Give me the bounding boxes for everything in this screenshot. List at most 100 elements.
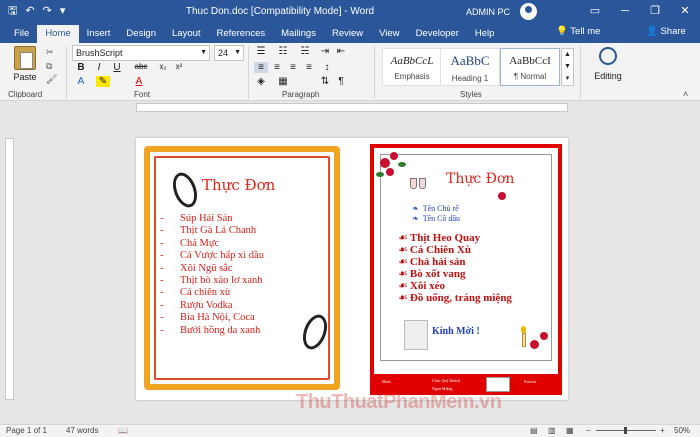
subscript-button[interactable]: x₂ bbox=[156, 62, 170, 71]
collapse-ribbon-icon[interactable]: ˄ bbox=[683, 89, 688, 99]
leaf-icon bbox=[376, 172, 384, 177]
align-right-icon[interactable]: ≡ bbox=[286, 62, 300, 73]
style-normal[interactable]: AaBbCcI ¶ Normal bbox=[500, 48, 560, 86]
footer-text: Mom bbox=[382, 379, 391, 384]
justify-icon[interactable]: ≡ bbox=[302, 62, 316, 73]
list-item: Bưởi hồng da xanh bbox=[160, 325, 264, 337]
lightbulb-icon: 💡 bbox=[556, 26, 571, 37]
proofing-icon[interactable]: 📖 bbox=[118, 426, 128, 435]
font-size-box[interactable]: 24 ▼ bbox=[214, 45, 244, 61]
vertical-ruler[interactable] bbox=[5, 138, 14, 400]
ribbon-display-icon[interactable]: ▭ bbox=[580, 0, 610, 23]
minimize-icon[interactable]: ─ bbox=[610, 0, 640, 23]
zoom-out-icon[interactable]: − bbox=[586, 426, 591, 435]
copy-icon[interactable]: ⧉ bbox=[46, 61, 52, 72]
show-marks-icon[interactable]: ¶ bbox=[334, 76, 348, 87]
font-name-box[interactable]: BrushScript ▼ bbox=[72, 45, 210, 61]
style-name: ¶ Normal bbox=[513, 72, 547, 81]
rose-icon bbox=[386, 168, 394, 176]
list-item: Thịt bò xào lơ xanh bbox=[160, 275, 264, 287]
outdent-icon[interactable]: ⇤ bbox=[334, 46, 348, 57]
underline-button[interactable]: U bbox=[110, 62, 124, 73]
style-heading-1[interactable]: AaBbC Heading 1 bbox=[440, 48, 500, 86]
indent-icon[interactable]: ⇥ bbox=[318, 46, 332, 57]
strikethrough-button[interactable]: abc bbox=[134, 62, 148, 71]
close-icon[interactable]: ✕ bbox=[670, 0, 700, 23]
left-menu-card: Thực Đơn Súp Hải Sản Thịt Gà Lá Chanh Ch… bbox=[136, 138, 352, 400]
font-name-value: BrushScript bbox=[76, 48, 123, 58]
more-icon[interactable]: ▾ bbox=[562, 73, 573, 85]
footer-text: Forever bbox=[524, 379, 537, 384]
restore-icon[interactable]: ❐ bbox=[640, 0, 670, 23]
tab-references[interactable]: References bbox=[209, 25, 274, 43]
avatar[interactable] bbox=[520, 3, 537, 20]
menu-list: Súp Hải Sản Thịt Gà Lá Chanh Chả Mực Cá … bbox=[160, 213, 264, 337]
group-divider bbox=[580, 46, 581, 99]
document-page[interactable]: Thực Đơn Súp Hải Sản Thịt Gà Lá Chanh Ch… bbox=[136, 138, 568, 400]
tab-help[interactable]: Help bbox=[467, 25, 503, 43]
list-item: Thịt Gà Lá Chanh bbox=[160, 225, 264, 237]
tab-developer[interactable]: Developer bbox=[408, 25, 467, 43]
group-clipboard-label: Clipboard bbox=[8, 90, 43, 99]
superscript-button[interactable]: x² bbox=[172, 62, 186, 71]
shading-icon[interactable]: ◈ bbox=[254, 76, 268, 87]
tab-insert[interactable]: Insert bbox=[79, 25, 119, 43]
right-menu-card: Thực Đơn Tên Chú rể Tên Cô dâu Thịt Heo … bbox=[370, 144, 562, 395]
italic-button[interactable]: I bbox=[92, 62, 106, 73]
zoom-in-icon[interactable]: + bbox=[660, 426, 665, 435]
rose-icon bbox=[530, 340, 539, 349]
highlight-icon[interactable]: ✎ bbox=[96, 76, 110, 87]
zoom-slider-thumb[interactable] bbox=[624, 427, 627, 434]
print-layout-icon[interactable]: ▥ bbox=[548, 426, 556, 435]
footer-image bbox=[486, 377, 510, 392]
tab-file[interactable]: File bbox=[6, 25, 37, 43]
bold-button[interactable]: B bbox=[74, 62, 88, 73]
list-item: Bia Hà Nội, Coca bbox=[160, 312, 264, 324]
table-setting-image bbox=[404, 320, 428, 350]
borders-icon[interactable]: ▦ bbox=[276, 76, 290, 87]
tab-home[interactable]: Home bbox=[37, 25, 79, 43]
user-name[interactable]: ADMIN PC bbox=[466, 7, 510, 17]
candle-icon bbox=[522, 333, 526, 347]
share-button[interactable]: 👤 Share bbox=[646, 26, 686, 37]
style-name: Emphasis bbox=[394, 72, 430, 81]
word-count[interactable]: 47 words bbox=[66, 426, 98, 435]
tab-mailings[interactable]: Mailings bbox=[273, 25, 324, 43]
tab-layout[interactable]: Layout bbox=[164, 25, 209, 43]
paste-button[interactable]: Paste bbox=[8, 46, 42, 82]
web-layout-icon[interactable]: ▦ bbox=[566, 426, 574, 435]
tab-review[interactable]: Review bbox=[324, 25, 371, 43]
tab-design[interactable]: Design bbox=[118, 25, 164, 43]
chevron-down-icon[interactable]: ▼ bbox=[562, 61, 573, 73]
groom-name: Tên Chú rể bbox=[412, 204, 459, 213]
bullets-icon[interactable]: ☰ bbox=[254, 46, 268, 57]
text-effects-icon[interactable]: A bbox=[74, 76, 88, 87]
clipboard-icon bbox=[14, 46, 36, 70]
cut-icon[interactable]: ✂ bbox=[46, 47, 54, 58]
list-item: Súp Hải Sản bbox=[160, 213, 264, 225]
group-font-label: Font bbox=[134, 90, 151, 99]
page-count[interactable]: Page 1 of 1 bbox=[6, 426, 47, 435]
editing-button[interactable]: Editing bbox=[588, 47, 628, 81]
style-emphasis[interactable]: AaBbCcL Emphasis bbox=[382, 48, 442, 86]
format-painter-icon[interactable]: 🖌 bbox=[46, 74, 57, 85]
tab-view[interactable]: View bbox=[371, 25, 407, 43]
menu-title: Thực Đơn bbox=[446, 171, 515, 187]
candle-flame-icon bbox=[521, 326, 526, 333]
chevron-up-icon[interactable]: ▲ bbox=[562, 49, 573, 61]
read-mode-icon[interactable]: ▤ bbox=[530, 426, 538, 435]
list-item: Rượu Vodka bbox=[160, 300, 264, 312]
multilevel-list-icon[interactable]: ☵ bbox=[298, 46, 312, 57]
horizontal-ruler[interactable] bbox=[0, 101, 700, 115]
styles-gallery-scroll[interactable]: ▲ ▼ ▾ bbox=[561, 48, 574, 86]
numbering-icon[interactable]: ☷ bbox=[276, 46, 290, 57]
ribbon-home: Paste ✂ ⧉ 🖌 Clipboard BrushScript ▼ 24 ▼… bbox=[0, 43, 700, 101]
zoom-level[interactable]: 50% bbox=[674, 426, 690, 435]
line-spacing-icon[interactable]: ↕ bbox=[320, 62, 334, 73]
rose-icon bbox=[540, 332, 548, 340]
tell-me-search[interactable]: 💡 Tell me bbox=[556, 26, 600, 37]
font-color-icon[interactable]: A bbox=[132, 76, 146, 87]
align-left-icon[interactable]: ≡ bbox=[254, 62, 268, 73]
sort-icon[interactable]: ⇅ bbox=[318, 76, 332, 87]
align-center-icon[interactable]: ≡ bbox=[270, 62, 284, 73]
